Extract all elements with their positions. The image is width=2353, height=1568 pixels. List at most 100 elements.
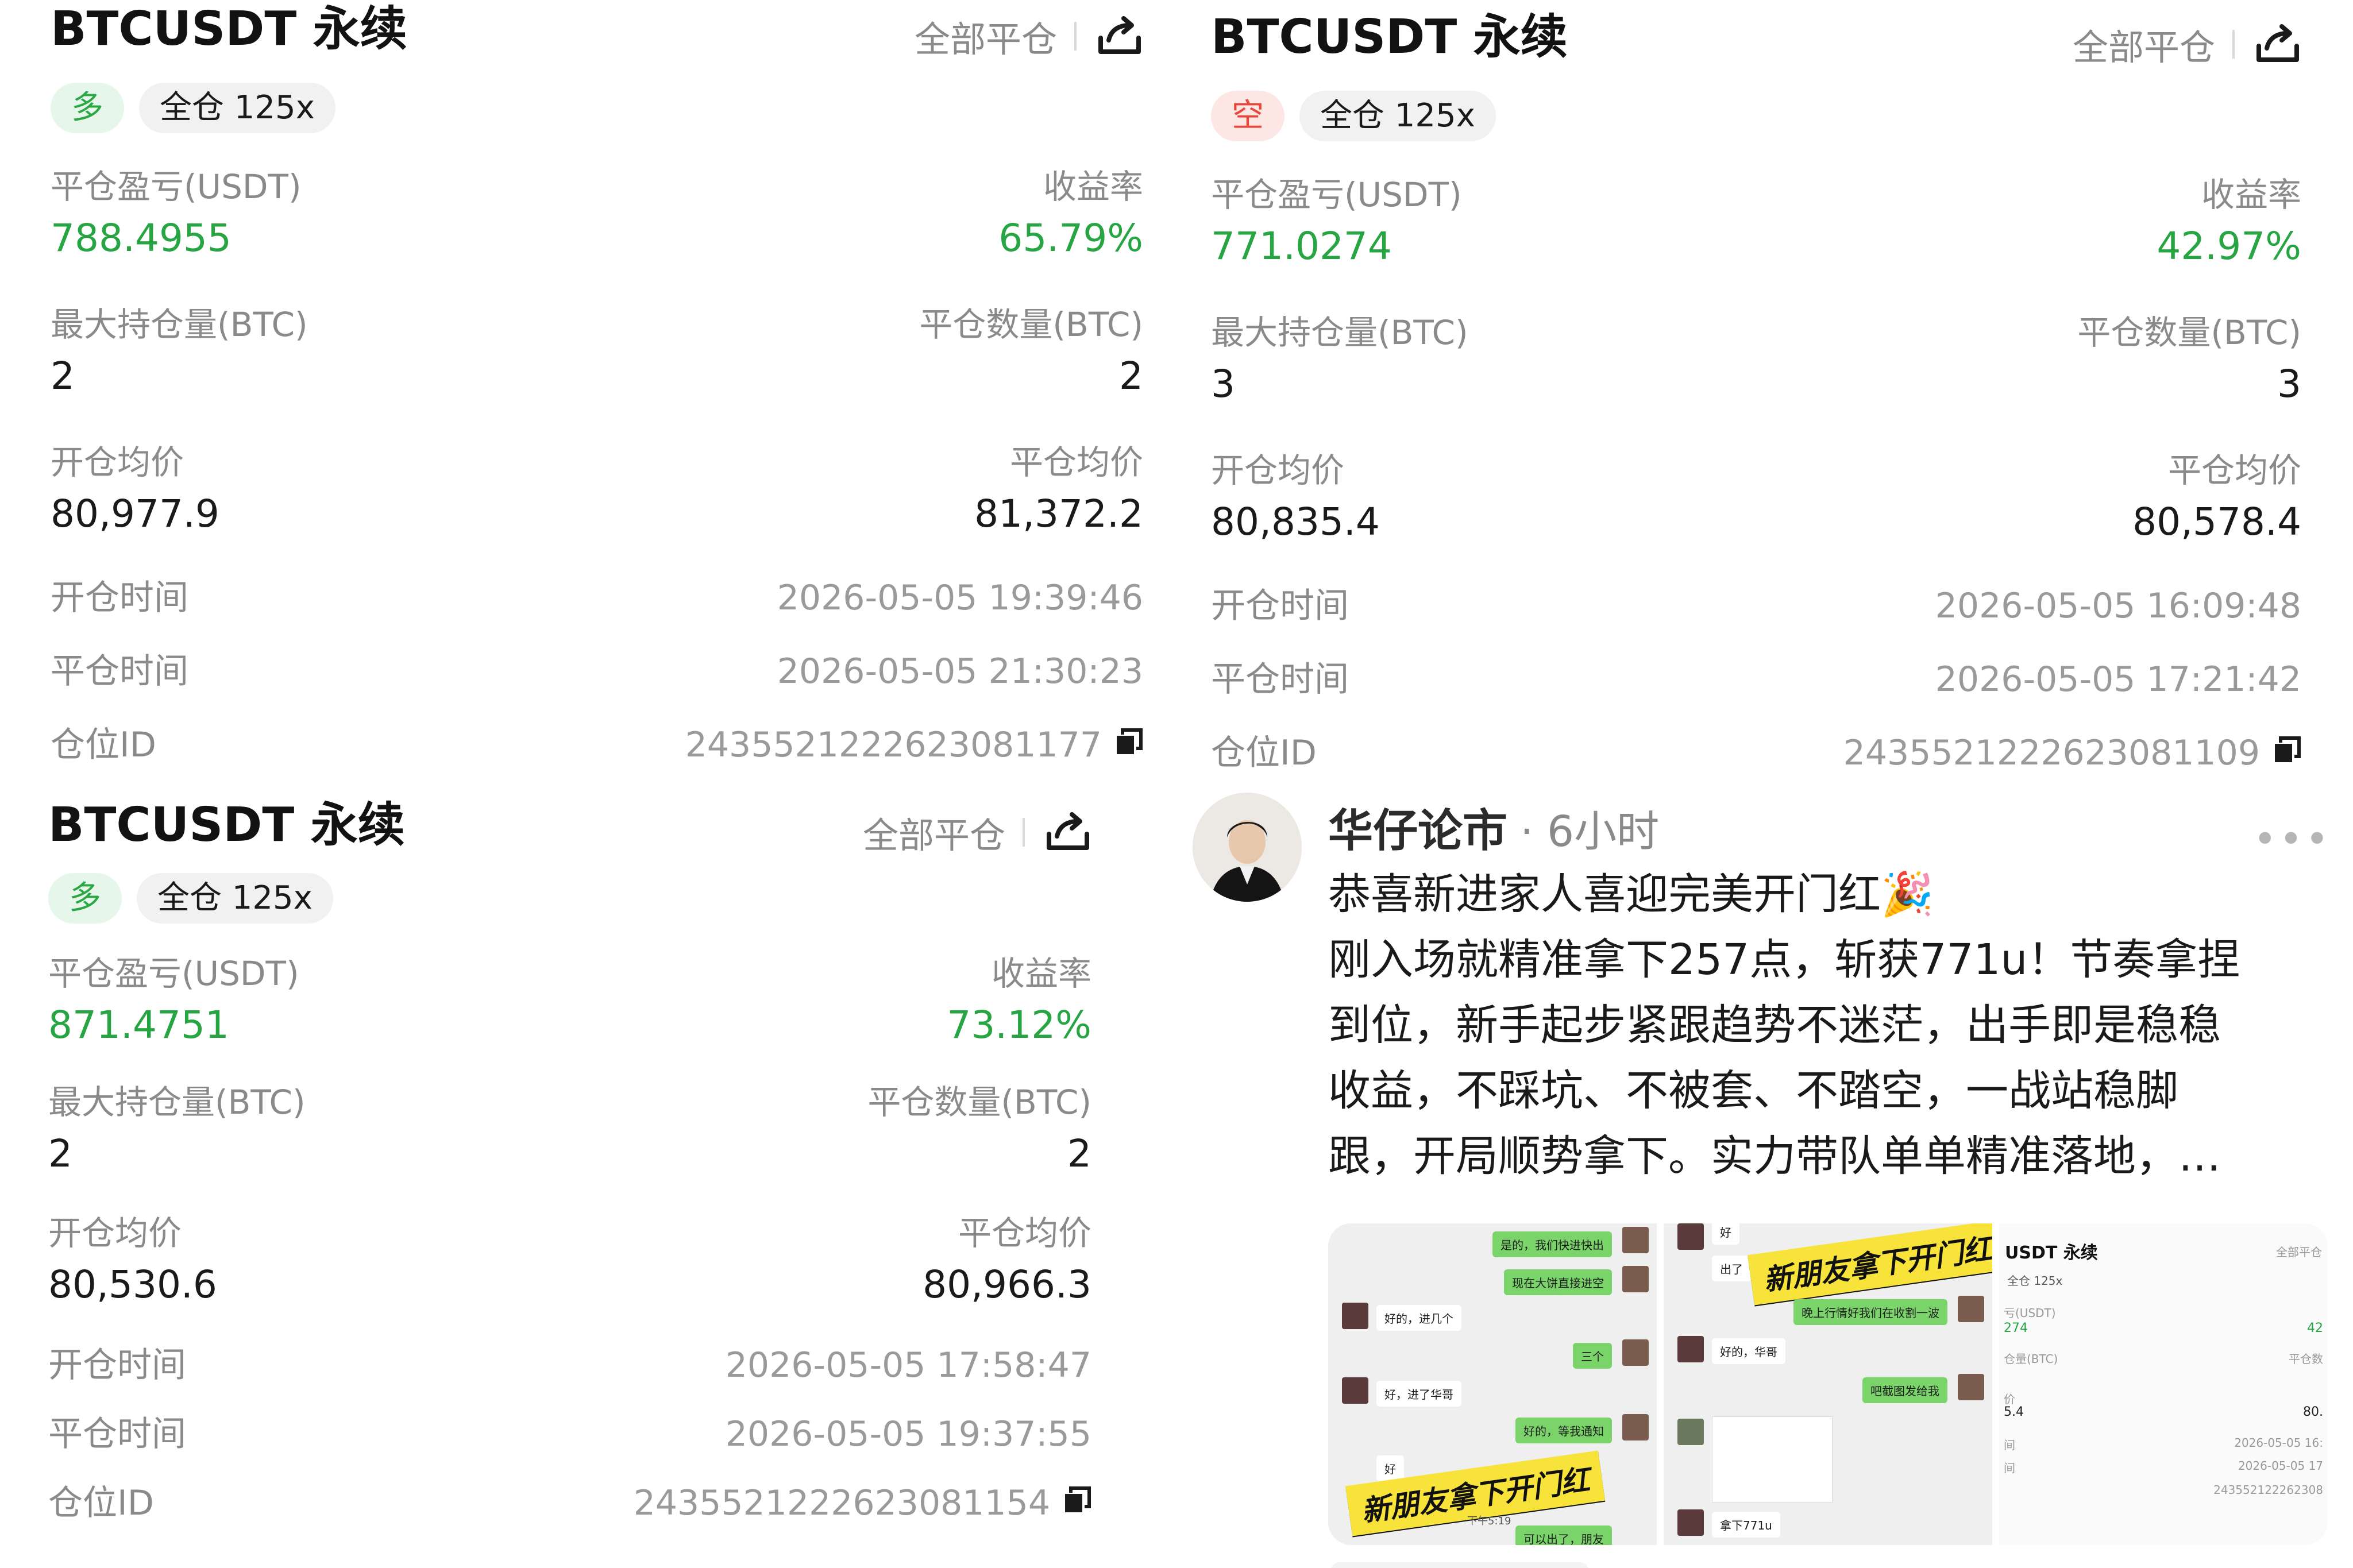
mini-close-all: 全部平仓 [2276, 1245, 2322, 1259]
close-all-button[interactable]: 全部平仓 [915, 10, 1057, 62]
open-time-row: 开仓时间 2026-05-05 19:39:46 [51, 578, 1143, 618]
mini-time2-value: 2026-05-05 17 [2238, 1459, 2323, 1473]
share-icon[interactable] [1044, 811, 1091, 853]
chat-avatar [1622, 1339, 1649, 1366]
close-time-value: 2026-05-05 21:30:23 [777, 651, 1143, 692]
position-id-wrap: 2435521222623081154 [634, 1483, 1091, 1523]
post-image-2[interactable]: 好 出了 新朋友拿下开门红 晚上行情好我们在收割一波 好的，华哥 吧截图发给我 … [1664, 1223, 1992, 1545]
more-options-icon[interactable]: ••• [2253, 816, 2331, 863]
pnl-field: 平仓盈亏(USDT) 771.0274 [1211, 176, 1462, 268]
position-id-value: 2435521222623081177 [685, 725, 1102, 765]
chat-avatar [1958, 1374, 1984, 1400]
close-avg-value: 80,578.4 [2132, 499, 2301, 544]
max-pos-value: 3 [1211, 361, 1235, 406]
position-id-row: 仓位ID 2435521222623081109 [1211, 733, 2301, 773]
post-image-gallery: 是的，我们快进快出 现在大饼直接进空 好的，进几个 三个 好，进了华哥 好的，等… [1328, 1223, 2328, 1545]
chat-bubble: 好 [1376, 1455, 1404, 1481]
pnl-label: 平仓盈亏(USDT) [1211, 175, 1462, 214]
mini-avg-value: 5.4 [2004, 1405, 2024, 1419]
chat-avatar [1622, 1414, 1649, 1440]
open-time-value: 2026-05-05 17:58:47 [725, 1345, 1091, 1385]
post-line: 到位，新手起步紧跟趋势不迷茫，出手即是稳稳 [1328, 1001, 2221, 1050]
close-time-row: 平仓时间 2026-05-05 19:37:55 [48, 1414, 1091, 1454]
copy-icon[interactable] [1063, 1483, 1091, 1523]
pnl-value: 871.4751 [48, 1002, 229, 1047]
position-id-row: 仓位ID 2435521222623081177 [51, 725, 1143, 765]
open-time-row: 开仓时间 2026-05-05 17:58:47 [48, 1345, 1091, 1385]
roi-value: 42.97% [2157, 223, 2301, 268]
close-all-button[interactable]: 全部平仓 [2073, 18, 2215, 70]
mini-title: USDT 永续 [2005, 1243, 2098, 1263]
copy-icon[interactable] [2273, 733, 2301, 773]
mini-time1-value: 2026-05-05 16: [2234, 1436, 2323, 1450]
author-name[interactable]: 华仔论市 [1328, 795, 1507, 859]
post-image-1[interactable]: 是的，我们快进快出 现在大饼直接进空 好的，进几个 三个 好，进了华哥 好的，等… [1328, 1223, 1657, 1545]
position-id-value: 2435521222623081154 [633, 1483, 1050, 1523]
max-pos-field: 最大持仓量(BTC) 2 [51, 306, 308, 398]
mini-id-value: 243552122262308 [2213, 1483, 2323, 1497]
post-image-3[interactable]: USDT 永续 全部平仓 全仓 125x 亏(USDT) 274 42 仓量(B… [1999, 1223, 2328, 1545]
chat-avatar [1342, 1303, 1368, 1329]
open-avg-field: 开仓均价 80,977.9 [51, 443, 219, 536]
close-time-row: 平仓时间 2026-05-05 17:21:42 [1211, 659, 2301, 700]
open-time-label: 开仓时间 [48, 1345, 186, 1385]
author-avatar[interactable] [1193, 793, 1302, 902]
close-avg-label: 平仓均价 [2167, 451, 2301, 490]
close-avg-label: 平仓均价 [1009, 443, 1143, 482]
share-icon[interactable] [2254, 23, 2301, 65]
open-avg-field: 开仓均价 80,530.6 [48, 1214, 217, 1307]
author-line: 华仔论市 · 6小时 [1328, 795, 1659, 859]
card-actions: 全部平仓 [2073, 18, 2301, 70]
price-row: 开仓均价 80,835.4 平仓均价 80,578.4 [1211, 451, 2301, 544]
max-pos-field: 最大持仓量(BTC) 3 [1211, 314, 1468, 406]
close-avg-field: 平仓均价 80,966.3 [923, 1214, 1091, 1307]
margin-mode-badge: 全仓 125x [137, 873, 333, 924]
share-icon[interactable] [1096, 15, 1143, 57]
chat-bubble: 好，进了华哥 [1376, 1381, 1461, 1407]
pnl-label: 平仓盈亏(USDT) [48, 954, 299, 993]
close-qty-field: 平仓数量(BTC) 3 [2077, 314, 2301, 406]
chat-bubble: 好的，进几个 [1376, 1305, 1461, 1331]
chat-avatar [1677, 1336, 1704, 1362]
open-time-label: 开仓时间 [51, 577, 188, 618]
open-avg-value: 80,977.9 [51, 491, 219, 536]
mini-roi-value: 42 [2307, 1321, 2323, 1335]
chat-avatar [1342, 1377, 1368, 1404]
close-time-label: 平仓时间 [51, 651, 188, 692]
post-line: 恭喜新进家人喜迎完美开门红🎉 [1328, 870, 1934, 919]
close-all-button[interactable]: 全部平仓 [863, 806, 1005, 858]
position-id-value: 2435521222623081109 [1843, 733, 2260, 773]
social-post: 华仔论市 · 6小时 ••• 恭喜新进家人喜迎完美开门红🎉 刚入场就精准拿下25… [1193, 793, 2336, 1568]
roi-label: 收益率 [2201, 175, 2301, 214]
card-actions: 全部平仓 [863, 806, 1091, 858]
chat-bubble: 现在大饼直接进空 [1504, 1269, 1612, 1295]
pnl-value: 788.4955 [51, 215, 232, 260]
chat-bubble: 可以出了，朋友 [1515, 1525, 1612, 1545]
chat-avatar [1677, 1509, 1704, 1536]
card-actions: 全部平仓 [915, 10, 1143, 62]
pnl-value: 771.0274 [1211, 223, 1392, 268]
qty-row: 最大持仓量(BTC) 3 平仓数量(BTC) 3 [1211, 314, 2301, 406]
position-id-label: 仓位ID [1211, 732, 1317, 773]
open-time-row: 开仓时间 2026-05-05 16:09:48 [1211, 586, 2301, 626]
open-time-value: 2026-05-05 19:39:46 [777, 578, 1143, 618]
close-avg-value: 81,372.2 [974, 491, 1143, 536]
position-tags: 多 全仓 125x [51, 83, 335, 133]
close-qty-field: 平仓数量(BTC) 2 [919, 306, 1143, 398]
chat-avatar [1958, 1296, 1984, 1322]
position-card-3: BTCUSDT 永续 全部平仓 多 全仓 125x 平仓盈亏(USDT) 871… [48, 799, 1091, 1546]
post-line: 跟，开局顺势拿下。实力带队单单精准落地，… [1328, 1131, 2221, 1181]
price-row: 开仓均价 80,977.9 平仓均价 81,372.2 [51, 443, 1143, 536]
chat-bubble: 好的，等我通知 [1515, 1418, 1612, 1443]
chat-avatar [1622, 1227, 1649, 1253]
post-line: 收益，不踩坑、不被套、不踏空，一战站稳脚 [1328, 1066, 2178, 1115]
mini-qty-label: 仓量(BTC) [2004, 1352, 2058, 1366]
max-pos-field: 最大持仓量(BTC) 2 [48, 1083, 306, 1176]
mini-close-qty-label: 平仓数 [2289, 1352, 2323, 1366]
roi-label: 收益率 [991, 954, 1091, 993]
close-qty-value: 3 [2277, 361, 2301, 406]
mini-time2-label: 间 [2004, 1461, 2015, 1475]
chat-bubble: 好的，华哥 [1712, 1338, 1785, 1364]
copy-icon[interactable] [1114, 725, 1143, 765]
pnl-label: 平仓盈亏(USDT) [51, 167, 302, 206]
